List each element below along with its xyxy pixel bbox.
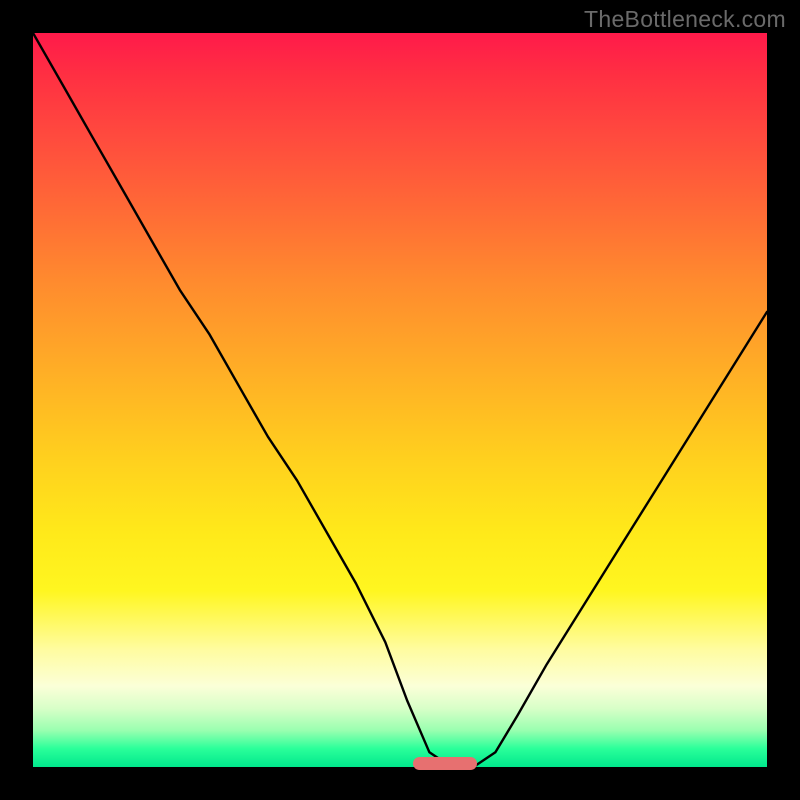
bottleneck-curve xyxy=(33,33,767,767)
chart-frame: TheBottleneck.com xyxy=(0,0,800,800)
watermark-text: TheBottleneck.com xyxy=(584,6,786,33)
optimum-marker xyxy=(413,757,477,770)
plot-area xyxy=(33,33,767,767)
